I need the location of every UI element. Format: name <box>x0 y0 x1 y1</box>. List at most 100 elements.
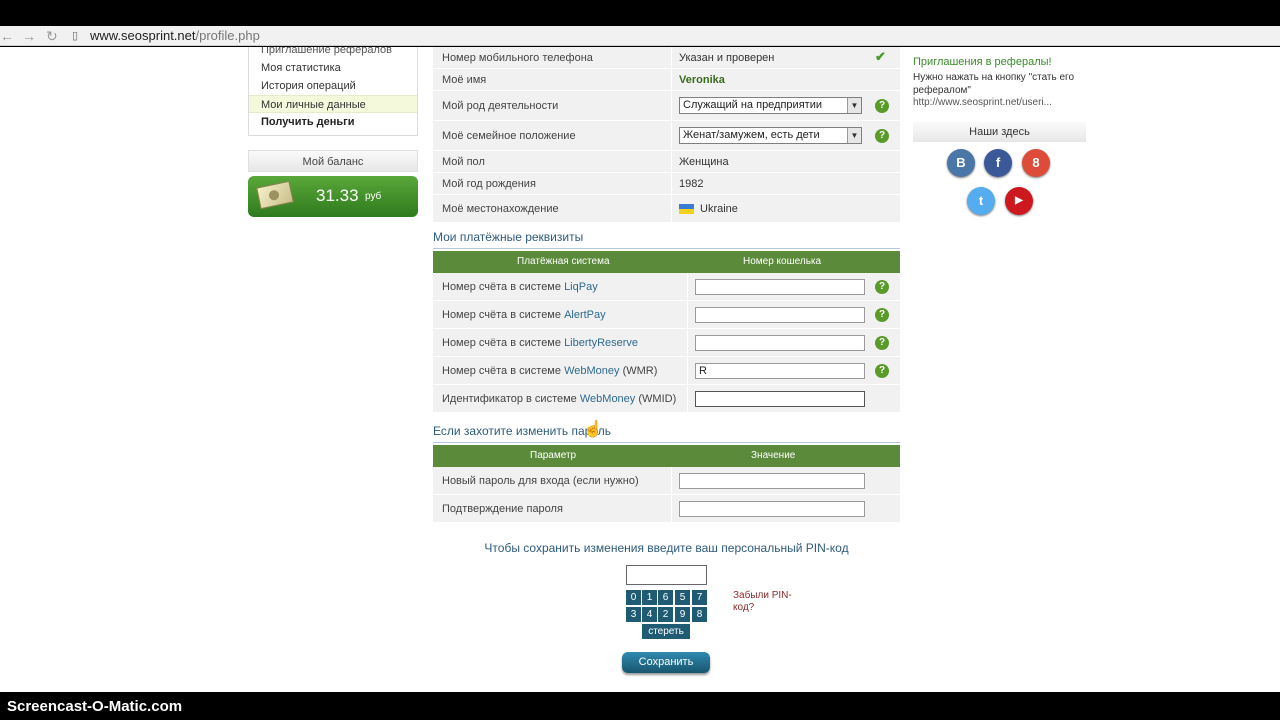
profile-row-birth-year: Мой год рождения 1982 <box>433 173 900 195</box>
pin-key[interactable]: 8 <box>692 607 707 622</box>
row-suffix: (WMID) <box>638 392 677 405</box>
pin-key[interactable]: 3 <box>626 607 641 622</box>
row-value: Женщина <box>679 155 729 168</box>
row-label: Мой пол <box>442 155 485 168</box>
google-icon[interactable]: 8 <box>1022 149 1050 177</box>
pin-key[interactable]: 9 <box>675 607 690 622</box>
occupation-select[interactable]: Служащий на предприятии ▼ <box>679 97 862 114</box>
system-link[interactable]: WebMoney <box>564 365 619 377</box>
divider <box>687 329 688 356</box>
system-link[interactable]: LibertyReserve <box>564 337 638 349</box>
profile-row-family: Моё семейное положение Женат/замужем, ес… <box>433 121 900 151</box>
balance-box[interactable]: 31.33 руб <box>248 176 418 217</box>
divider <box>671 467 672 494</box>
row-label: Подтверждение пароля <box>442 502 563 515</box>
row-label: Моё местонахождение <box>442 202 559 215</box>
help-icon[interactable]: ? <box>875 336 889 350</box>
row-label: Номер счёта в системе LiqPay <box>442 273 598 300</box>
help-icon[interactable]: ? <box>875 308 889 322</box>
forgot-pin-link[interactable]: Забыли PIN-код? <box>733 590 793 614</box>
column-header: Номер кошелька <box>743 256 822 267</box>
divider <box>671 91 672 120</box>
checkmark-icon: ✔ <box>875 49 886 64</box>
hand-cursor-icon: ☝ <box>583 421 603 438</box>
payments-table-header: Платёжная система Номер кошелька <box>433 251 900 273</box>
chevron-down-icon: ▼ <box>847 98 861 113</box>
forward-icon[interactable]: → <box>22 27 36 45</box>
divider <box>687 357 688 384</box>
help-icon[interactable]: ? <box>875 99 889 113</box>
social-header: Наши здесь <box>913 122 1086 142</box>
help-icon[interactable]: ? <box>875 280 889 294</box>
balance-header: Мой баланс <box>248 150 418 172</box>
password-row-confirm: Подтверждение пароля <box>433 495 900 523</box>
column-header: Параметр <box>530 450 577 461</box>
new-password-input[interactable] <box>679 473 865 489</box>
divider <box>671 69 672 90</box>
divider <box>687 301 688 328</box>
menu-item-referrals[interactable]: Приглашение рефералов <box>249 47 417 59</box>
row-label: Моё имя <box>442 73 487 86</box>
password-section-title: Если захотите изменить пароль <box>433 421 900 443</box>
url-text[interactable]: www.seosprint.net/profile.php <box>90 28 260 44</box>
referral-url[interactable]: http://www.seosprint.net/useri... <box>913 97 1052 108</box>
menu-item-statistics[interactable]: Моя статистика <box>249 59 417 77</box>
menu-item-history[interactable]: История операций <box>249 77 417 95</box>
row-suffix: (WMR) <box>622 364 658 377</box>
pin-erase-button[interactable]: стереть <box>642 624 690 639</box>
system-link[interactable]: LiqPay <box>564 281 598 293</box>
row-label: Мой род деятельности <box>442 99 559 112</box>
menu-item-get-money[interactable]: Получить деньги <box>249 113 417 135</box>
pin-key[interactable]: 6 <box>658 590 673 605</box>
back-icon[interactable]: ← <box>0 27 14 45</box>
pin-key[interactable]: 1 <box>642 590 657 605</box>
pin-key[interactable]: 5 <box>675 590 690 605</box>
row-label: Номер счёта в системе WebMoney (WMR) <box>442 357 657 384</box>
url-host: www.seosprint.net <box>90 28 196 43</box>
pin-key[interactable]: 7 <box>692 590 707 605</box>
wmr-input[interactable]: R <box>695 363 865 379</box>
facebook-icon[interactable]: f <box>984 149 1012 177</box>
pin-title: Чтобы сохранить изменения введите ваш пе… <box>484 541 849 555</box>
payment-row-wmr: Номер счёта в системе WebMoney (WMR) R ? <box>433 357 900 385</box>
help-icon[interactable]: ? <box>875 364 889 378</box>
select-value: Женат/замужем, есть дети <box>683 129 820 141</box>
save-button[interactable]: Сохранить <box>622 652 710 673</box>
alertpay-input[interactable] <box>695 307 865 323</box>
reload-icon[interactable]: ↻ <box>46 27 58 45</box>
left-menu: Приглашение рефералов Моя статистика Ист… <box>248 47 418 136</box>
help-icon[interactable]: ? <box>875 129 889 143</box>
pin-input[interactable] <box>626 565 707 585</box>
divider <box>671 121 672 150</box>
liqpay-input[interactable] <box>695 279 865 295</box>
page-content: Приглашение рефералов Моя статистика Ист… <box>0 47 1280 692</box>
pin-key[interactable]: 0 <box>626 590 641 605</box>
profile-row-name: Моё имя Veronika <box>433 69 900 91</box>
pin-key[interactable]: 2 <box>658 607 673 622</box>
system-link[interactable]: AlertPay <box>564 309 606 321</box>
payment-row-wmid: Идентификатор в системе WebMoney (WMID) <box>433 385 900 413</box>
column-header: Платёжная система <box>517 256 610 267</box>
row-label: Номер счёта в системе LibertyReserve <box>442 329 638 356</box>
divider <box>671 495 672 522</box>
row-label: Моё семейное положение <box>442 129 576 142</box>
vkontakte-icon[interactable]: В <box>947 149 975 177</box>
payment-row-liqpay: Номер счёта в системе LiqPay ? <box>433 273 900 301</box>
libertyreserve-input[interactable] <box>695 335 865 351</box>
menu-item-label: Мои личные данные <box>261 99 366 111</box>
pin-key[interactable]: 4 <box>642 607 657 622</box>
wmid-input[interactable] <box>695 391 865 407</box>
system-link[interactable]: WebMoney <box>580 393 635 405</box>
twitter-icon[interactable]: t <box>967 187 995 215</box>
youtube-icon[interactable]: ▶ <box>1005 187 1033 215</box>
family-select[interactable]: Женат/замужем, есть дети ▼ <box>679 127 862 144</box>
browser-address-bar: ← → ↻ ▯ www.seosprint.net/profile.php <box>0 26 1280 46</box>
referral-invite-link[interactable]: Приглашения в рефералы! <box>913 56 1052 68</box>
confirm-password-input[interactable] <box>679 501 865 517</box>
row-value: Veronika <box>679 73 725 86</box>
chevron-down-icon: ▼ <box>847 128 861 143</box>
watermark-bar: Screencast-O-Matic.com <box>0 692 1280 720</box>
menu-item-personal-data[interactable]: Мои личные данные <box>249 95 417 113</box>
profile-form: Номер мобильного телефона Указан и прове… <box>433 47 900 523</box>
profile-row-phone: Номер мобильного телефона Указан и прове… <box>433 47 900 69</box>
